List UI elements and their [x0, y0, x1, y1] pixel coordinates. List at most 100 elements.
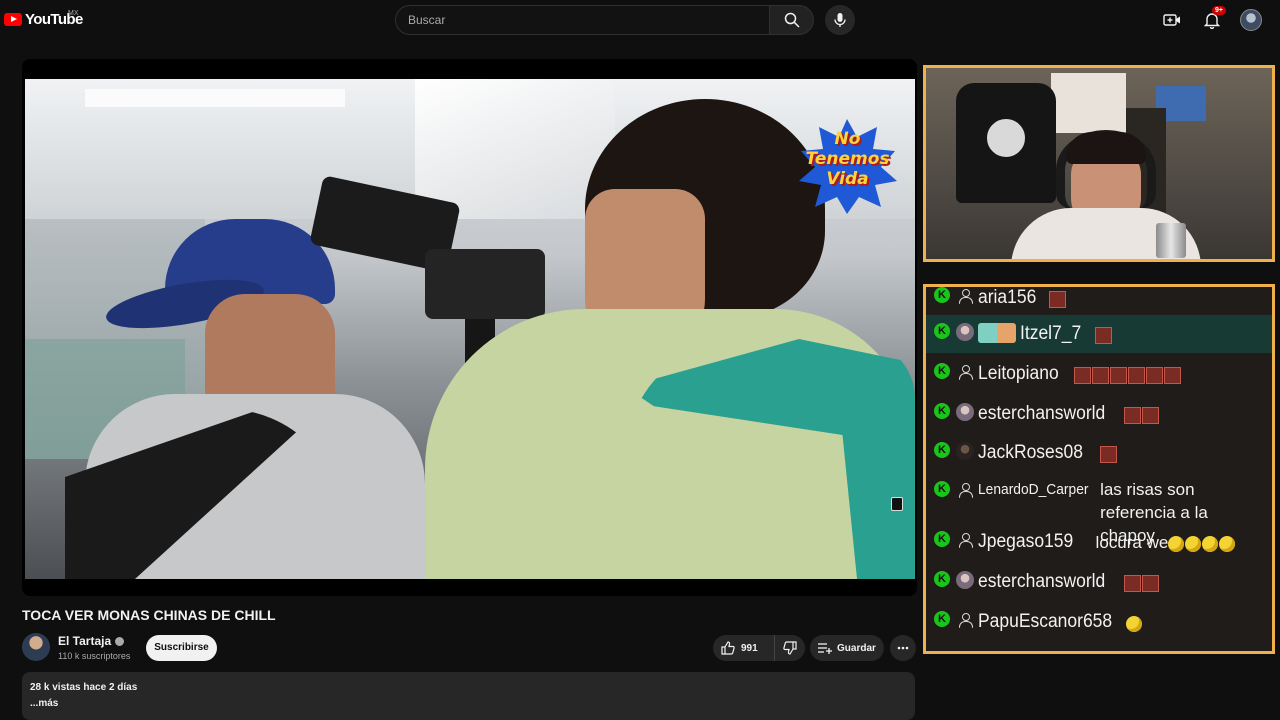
- video-player[interactable]: No Tenemos Vida: [22, 59, 917, 596]
- channel-name[interactable]: El Tartaja: [58, 634, 125, 648]
- chat-text: [1049, 287, 1067, 310]
- user-avatar: [956, 287, 974, 305]
- chat-message: K Leitopiano: [926, 353, 1272, 393]
- save-button[interactable]: Guardar: [810, 635, 884, 661]
- youtube-play-icon: [4, 13, 22, 26]
- laughing-emoji-icon: [1185, 535, 1202, 552]
- chat-text: [1124, 571, 1160, 594]
- chat-username[interactable]: aria156: [978, 287, 1036, 309]
- top-bar: YouTube MX Buscar 9+: [0, 0, 1280, 40]
- moderator-badge-icon: K: [934, 571, 950, 587]
- verified-icon: [115, 636, 125, 646]
- thumbs-down-icon: [783, 641, 797, 655]
- account-avatar[interactable]: [1240, 9, 1262, 31]
- chat-username[interactable]: Itzel7_7: [1020, 323, 1081, 345]
- notifications-badge: 9+: [1212, 6, 1226, 15]
- moderator-badge-icon: K: [934, 323, 950, 339]
- avatar-image: [956, 442, 974, 460]
- avatar-image: [956, 403, 974, 421]
- moderator-badge-icon: K: [934, 531, 950, 547]
- show-more-link[interactable]: ...más: [30, 698, 907, 709]
- emote-icon: [1094, 327, 1112, 345]
- voice-search-button[interactable]: [825, 5, 855, 35]
- chat-message: K aria156: [926, 287, 1272, 315]
- country-code: MX: [68, 10, 79, 17]
- search-button[interactable]: [770, 5, 814, 35]
- default-user-icon: [958, 532, 973, 548]
- playlist-add-icon: [818, 643, 832, 654]
- more-horizontal-icon: [897, 646, 909, 650]
- like-dislike-group: 991: [713, 635, 805, 661]
- chat-message: K esterchansworld: [926, 565, 1272, 605]
- chat-username[interactable]: esterchansworld: [978, 571, 1105, 593]
- emote-icon: [1124, 407, 1142, 425]
- chat-text: [1124, 403, 1160, 426]
- video-title: TOCA VER MONAS CHINAS DE CHILL: [22, 607, 276, 623]
- channel-name-text[interactable]: El Tartaja: [58, 634, 111, 648]
- save-label: Guardar: [837, 642, 876, 654]
- chat-message: K Jpegaso159 locura we: [926, 527, 1272, 565]
- moderator-badge-icon: K: [934, 363, 950, 379]
- microphone-icon: [834, 13, 846, 27]
- webcam-cup: [1156, 223, 1186, 258]
- notifications-button[interactable]: 9+: [1200, 6, 1226, 32]
- emote-icon: [1049, 291, 1067, 309]
- default-user-icon: [958, 364, 973, 380]
- like-button[interactable]: 991: [713, 635, 775, 661]
- view-count-date: 28 k vistas hace 2 días: [30, 682, 138, 693]
- webcam-jersey-patch: [981, 113, 1031, 163]
- chat-message: K PapuEscanor658: [926, 605, 1272, 645]
- chat-username[interactable]: JackRoses08: [978, 442, 1083, 464]
- user-avatar: [956, 611, 974, 629]
- avatar-image: [956, 571, 974, 589]
- create-button[interactable]: [1160, 8, 1184, 32]
- user-badges: [978, 323, 1016, 343]
- user-avatar: [956, 481, 974, 499]
- search-icon: [784, 12, 800, 28]
- moderator-badge-icon: K: [934, 287, 950, 303]
- webcam-shelf: [1051, 73, 1126, 133]
- channel-avatar[interactable]: [22, 633, 50, 661]
- chat-username[interactable]: PapuEscanor658: [978, 611, 1112, 633]
- chat-username[interactable]: LenardoD_Carper: [978, 481, 1088, 498]
- emote-icon: [1142, 575, 1160, 593]
- subscribe-button[interactable]: Suscribirse: [146, 635, 217, 661]
- chat-username[interactable]: esterchansworld: [978, 403, 1105, 425]
- chat-text: [1100, 442, 1118, 465]
- description-box[interactable]: 28 k vistas hace 2 días ...más: [22, 672, 915, 720]
- emote-icon: [1109, 367, 1127, 385]
- search-input[interactable]: Buscar: [395, 5, 770, 35]
- user-avatar: [956, 363, 974, 381]
- webcam-hair: [1066, 132, 1146, 164]
- laughing-emoji-icon: [1168, 535, 1185, 552]
- user-avatar: [956, 571, 974, 589]
- chat-username[interactable]: Jpegaso159: [978, 531, 1073, 553]
- chat-message: K JackRoses08: [926, 433, 1272, 471]
- chat-text-content: locura we: [1095, 533, 1169, 552]
- avatar-image: [956, 323, 974, 341]
- video-frame[interactable]: No Tenemos Vida: [25, 79, 915, 579]
- moderator-badge-icon: K: [934, 611, 950, 627]
- live-chat: K aria156 K Itzel7_7 K Leitopiano K este…: [923, 284, 1275, 654]
- dislike-button[interactable]: [775, 635, 805, 661]
- more-actions-button[interactable]: [890, 635, 916, 661]
- chat-username[interactable]: Leitopiano: [978, 363, 1059, 385]
- chat-message: K esterchansworld: [926, 393, 1272, 433]
- chat-message: K Itzel7_7: [926, 315, 1272, 353]
- emote-icon: [1145, 367, 1163, 385]
- streamer-webcam: [923, 65, 1275, 262]
- moderator-badge-icon: K: [934, 403, 950, 419]
- no-tenemos-vida-logo: No Tenemos Vida: [795, 119, 900, 214]
- subscriber-count: 110 k suscriptores: [58, 651, 131, 661]
- chat-text: locura we: [1096, 531, 1237, 554]
- user-avatar: [956, 531, 974, 549]
- chat-text: [1073, 363, 1182, 386]
- emote-icon: [1073, 367, 1091, 385]
- user-avatar: [956, 323, 974, 341]
- laughing-emoji-icon: [1219, 535, 1236, 552]
- emote-icon: [1091, 367, 1109, 385]
- moderator-badge-icon: K: [934, 442, 950, 458]
- chat-text: [1094, 323, 1113, 346]
- moderator-badge-icon: K: [934, 481, 950, 497]
- emote-icon: [1127, 367, 1145, 385]
